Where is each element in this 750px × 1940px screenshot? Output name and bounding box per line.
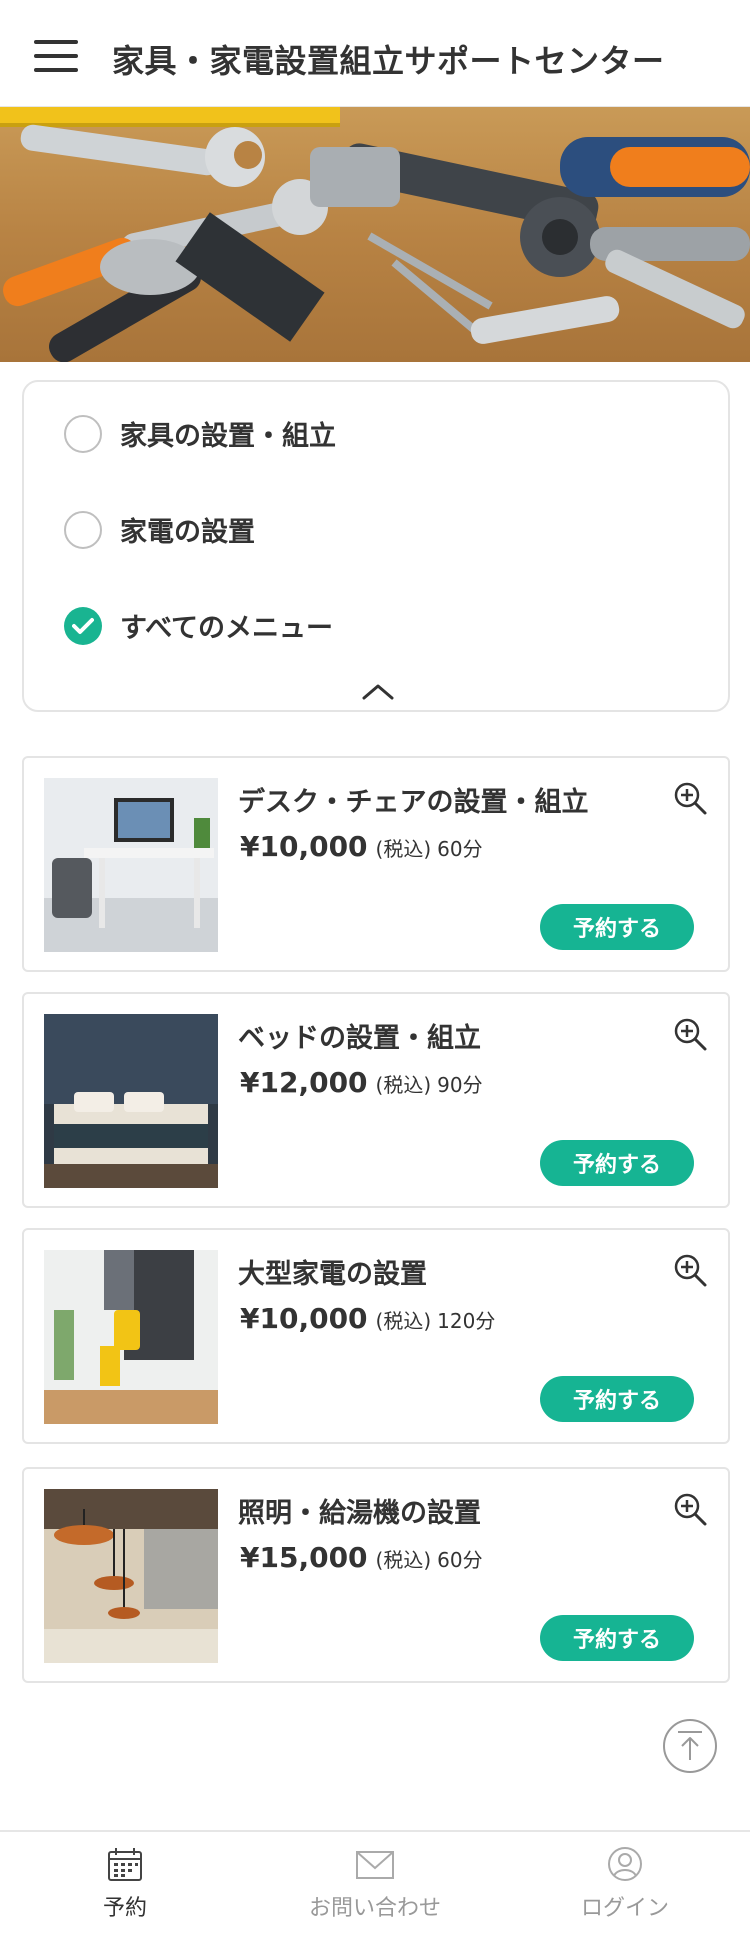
lighting-image [44, 1489, 218, 1663]
service-price: ¥10,000 (税込) 60分 [240, 830, 483, 863]
filter-option-appliance[interactable]: 家電の設置 [64, 510, 255, 549]
chevron-up-icon[interactable] [358, 680, 398, 704]
service-card: 大型家電の設置 ¥10,000 (税込) 120分 予約する [22, 1228, 730, 1444]
filter-option-label: 家具の設置・組立 [120, 421, 336, 452]
service-duration: 60分 [437, 837, 483, 861]
service-duration: 120分 [437, 1309, 496, 1333]
filter-option-all[interactable]: すべてのメニュー [64, 606, 333, 645]
price-value: ¥10,000 [240, 1302, 368, 1335]
service-title: 大型家電の設置 [238, 1259, 427, 1290]
service-price: ¥10,000 (税込) 120分 [240, 1302, 495, 1335]
filter-option-label: すべてのメニュー [120, 613, 334, 644]
zoom-in-icon[interactable] [672, 1252, 708, 1288]
service-card: 照明・給湯機の設置 ¥15,000 (税込) 60分 予約する [22, 1467, 730, 1683]
bed-image [44, 1014, 218, 1188]
appliance-installation-image [44, 1250, 218, 1424]
reserve-button[interactable]: 予約する [540, 904, 694, 950]
zoom-in-icon[interactable] [672, 1016, 708, 1052]
service-title: デスク・チェアの設置・組立 [238, 787, 589, 818]
service-title: ベッドの設置・組立 [238, 1023, 481, 1054]
nav-login[interactable]: ログイン [500, 1832, 750, 1940]
reserve-button[interactable]: 予約する [540, 1140, 694, 1186]
service-title: 照明・給湯機の設置 [238, 1498, 481, 1529]
radio-unchecked-icon[interactable] [64, 510, 102, 549]
page-title: 家具・家電設置組立サポートセンター [112, 42, 665, 80]
price-tax: (税込) [375, 1548, 432, 1572]
radio-checked-icon[interactable] [64, 606, 102, 645]
filter-option-label: 家電の設置 [120, 517, 255, 548]
nav-label: お問い合わせ [308, 1896, 441, 1921]
app-header: 家具・家電設置組立サポートセンター [0, 0, 750, 107]
service-duration: 60分 [437, 1548, 483, 1572]
service-price: ¥12,000 (税込) 90分 [240, 1066, 483, 1099]
nav-contact[interactable]: お問い合わせ [250, 1832, 500, 1940]
service-card: ベッドの設置・組立 ¥12,000 (税込) 90分 予約する [22, 992, 730, 1208]
price-value: ¥15,000 [240, 1541, 368, 1574]
calendar-icon [105, 1846, 145, 1882]
hamburger-icon[interactable] [34, 40, 78, 72]
price-tax: (税込) [375, 837, 432, 861]
price-tax: (税込) [375, 1073, 432, 1097]
nav-label: ログイン [580, 1896, 669, 1921]
desk-chair-image [44, 778, 218, 952]
reserve-button[interactable]: 予約する [540, 1376, 694, 1422]
radio-unchecked-icon[interactable] [64, 414, 102, 453]
reserve-button[interactable]: 予約する [540, 1615, 694, 1661]
nav-reservation[interactable]: 予約 [0, 1832, 250, 1940]
price-value: ¥10,000 [240, 830, 368, 863]
zoom-in-icon[interactable] [672, 1491, 708, 1527]
service-card: デスク・チェアの設置・組立 ¥10,000 (税込) 60分 予約する [22, 756, 730, 972]
price-tax: (税込) [375, 1309, 432, 1333]
price-value: ¥12,000 [240, 1066, 368, 1099]
back-to-top-icon[interactable] [662, 1718, 718, 1774]
bottom-navigation: 予約 お問い合わせ ログイン [0, 1830, 750, 1940]
filter-option-furniture[interactable]: 家具の設置・組立 [64, 414, 336, 453]
hero-image [0, 107, 750, 362]
service-price: ¥15,000 (税込) 60分 [240, 1541, 483, 1574]
zoom-in-icon[interactable] [672, 780, 708, 816]
nav-label: 予約 [102, 1896, 147, 1921]
category-filter: 家具の設置・組立 家電の設置 すべてのメニュー [22, 380, 730, 712]
mail-icon [355, 1846, 395, 1882]
service-duration: 90分 [437, 1073, 483, 1097]
user-icon [605, 1846, 645, 1882]
